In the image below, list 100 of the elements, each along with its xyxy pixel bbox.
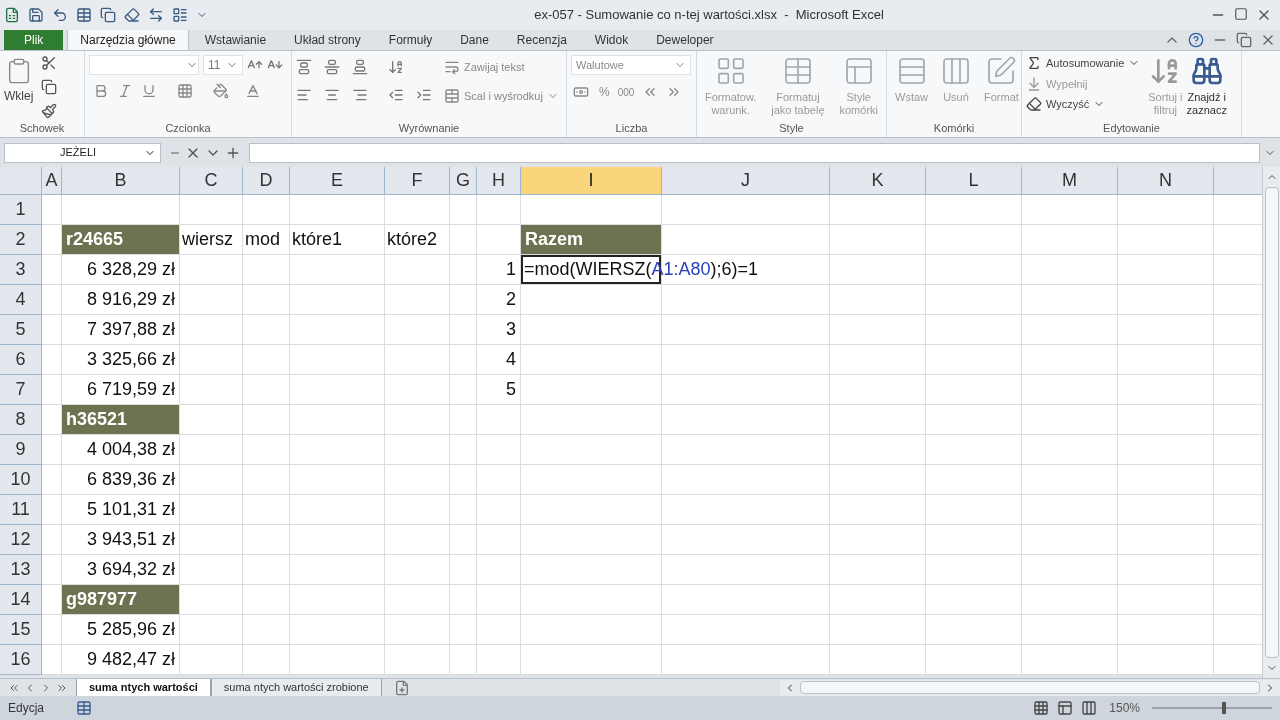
ribbon-tab[interactable]: Deweloper	[644, 30, 726, 50]
currency-icon[interactable]	[571, 84, 591, 100]
bold-icon[interactable]	[93, 83, 109, 99]
table-cell	[1214, 645, 1262, 675]
macro-record-icon[interactable]	[76, 700, 93, 716]
header-cell: g987977	[62, 585, 180, 615]
column-header[interactable]: L	[926, 167, 1022, 195]
horizontal-scrollbar[interactable]	[780, 679, 1280, 696]
row-header[interactable]: 9	[0, 435, 42, 465]
column-header[interactable]: I	[521, 167, 662, 195]
page-layout-icon[interactable]	[1057, 700, 1074, 716]
row-header[interactable]: 2	[0, 225, 42, 255]
row-header[interactable]: 3	[0, 255, 42, 285]
increase-indent-icon[interactable]	[416, 87, 432, 103]
font-color-icon[interactable]	[245, 83, 261, 99]
table-cell	[1214, 615, 1262, 645]
column-header[interactable]: M	[1022, 167, 1118, 195]
ribbon-tab[interactable]: Dane	[448, 30, 501, 50]
column-header[interactable]: B	[62, 167, 180, 195]
row-header[interactable]: 7	[0, 375, 42, 405]
column-header[interactable]: E	[290, 167, 385, 195]
vertical-scrollbar[interactable]	[1262, 167, 1280, 678]
row-header[interactable]: 1	[0, 195, 42, 225]
row-header[interactable]: 4	[0, 285, 42, 315]
ribbon-tab[interactable]: Wstawianie	[192, 30, 279, 50]
column-header[interactable]: C	[180, 167, 243, 195]
ribbon-tab[interactable]: Recenzja	[504, 30, 579, 50]
align-top-icon[interactable]	[296, 59, 312, 75]
column-header[interactable]: N	[1118, 167, 1214, 195]
merge-center-button[interactable]: Scal i wyśrodkuj	[444, 87, 559, 104]
row-header[interactable]: 13	[0, 555, 42, 585]
column-header[interactable]: K	[830, 167, 926, 195]
align-left-icon[interactable]	[296, 87, 312, 103]
font-size-field[interactable]: 11	[203, 55, 243, 75]
save-icon[interactable]	[28, 7, 44, 23]
row-header[interactable]: 12	[0, 525, 42, 555]
find-select-button[interactable]: Znajdź i zaznacz	[1186, 55, 1227, 121]
underline-icon[interactable]	[141, 83, 157, 99]
formula-field[interactable]	[249, 142, 1260, 163]
row-header[interactable]: 6	[0, 345, 42, 375]
help-icon[interactable]	[1188, 32, 1204, 48]
name-box[interactable]: JEŻELI	[4, 142, 161, 163]
borders-icon[interactable]	[177, 83, 193, 99]
format-painter-icon[interactable]	[41, 103, 58, 119]
align-middle-icon[interactable]	[324, 59, 340, 75]
row-header[interactable]: 16	[0, 645, 42, 675]
ribbon-tab[interactable]: Widok	[582, 30, 641, 50]
table-icon[interactable]	[76, 7, 92, 23]
column-header[interactable]: J	[662, 167, 830, 195]
thousands-button[interactable]: 000	[617, 84, 635, 100]
column-header[interactable]: G	[450, 167, 477, 195]
decrease-indent-icon[interactable]	[388, 87, 404, 103]
row-header[interactable]: 15	[0, 615, 42, 645]
table-cell	[42, 375, 62, 405]
paste-button[interactable]: Wklej	[4, 55, 34, 121]
row-header[interactable]: 14	[0, 585, 42, 615]
sheet-tab[interactable]: suma ntych wartości zrobione	[210, 679, 382, 696]
new-sheet-icon[interactable]	[393, 679, 410, 696]
undo-icon[interactable]	[52, 7, 68, 23]
excel-logo-icon[interactable]	[4, 7, 20, 23]
row-header[interactable]: 5	[0, 315, 42, 345]
wrap-text-icon	[444, 59, 460, 76]
wrap-text-button[interactable]: Zawijaj tekst	[444, 59, 559, 76]
row-header[interactable]: 11	[0, 495, 42, 525]
align-right-icon[interactable]	[352, 87, 368, 103]
sheet-tab[interactable]: suma ntych wartości	[76, 679, 211, 696]
fill-color-icon[interactable]	[213, 83, 229, 99]
ribbon-tab[interactable]: Plik	[4, 30, 64, 50]
zoom-slider-thumb[interactable]	[1222, 702, 1226, 714]
copy-icon[interactable]	[41, 79, 58, 95]
ribbon-tab[interactable]: Układ strony	[282, 30, 373, 50]
scrollbar-thumb[interactable]	[800, 681, 1260, 694]
ribbon-tab[interactable]: Formuły	[376, 30, 445, 50]
number-format-field[interactable]: Walutowe	[571, 55, 691, 75]
cut-icon[interactable]	[41, 55, 58, 71]
ribbon-tab[interactable]: Narzędzia główne	[67, 28, 189, 50]
clear-button[interactable]: Wyczyść	[1026, 96, 1141, 113]
column-header[interactable]: A	[42, 167, 62, 195]
normal-view-icon[interactable]	[1033, 700, 1050, 716]
column-header[interactable]: H	[477, 167, 521, 195]
page-break-icon[interactable]	[1081, 700, 1098, 716]
row-header[interactable]: 8	[0, 405, 42, 435]
restore-icon[interactable]	[1236, 32, 1252, 48]
column-header[interactable]: D	[243, 167, 290, 195]
zoom-slider[interactable]	[1152, 702, 1272, 714]
form-icon[interactable]	[172, 7, 188, 23]
font-name-field[interactable]	[89, 55, 199, 75]
row-header[interactable]: 10	[0, 465, 42, 495]
eraser-icon[interactable]	[124, 7, 140, 23]
autosum-button[interactable]: Autosumowanie	[1026, 55, 1141, 72]
table-cell	[42, 315, 62, 345]
copy-icon[interactable]	[100, 7, 116, 23]
scrollbar-thumb[interactable]	[1264, 187, 1279, 658]
italic-icon[interactable]	[117, 83, 133, 99]
align-center-icon[interactable]	[324, 87, 340, 103]
column-header[interactable]: F	[385, 167, 450, 195]
align-bottom-icon[interactable]	[352, 59, 368, 75]
zoom-level[interactable]: 150%	[1109, 699, 1140, 717]
percent-button[interactable]: %	[599, 83, 610, 101]
maximize-icon[interactable]	[1234, 7, 1248, 21]
